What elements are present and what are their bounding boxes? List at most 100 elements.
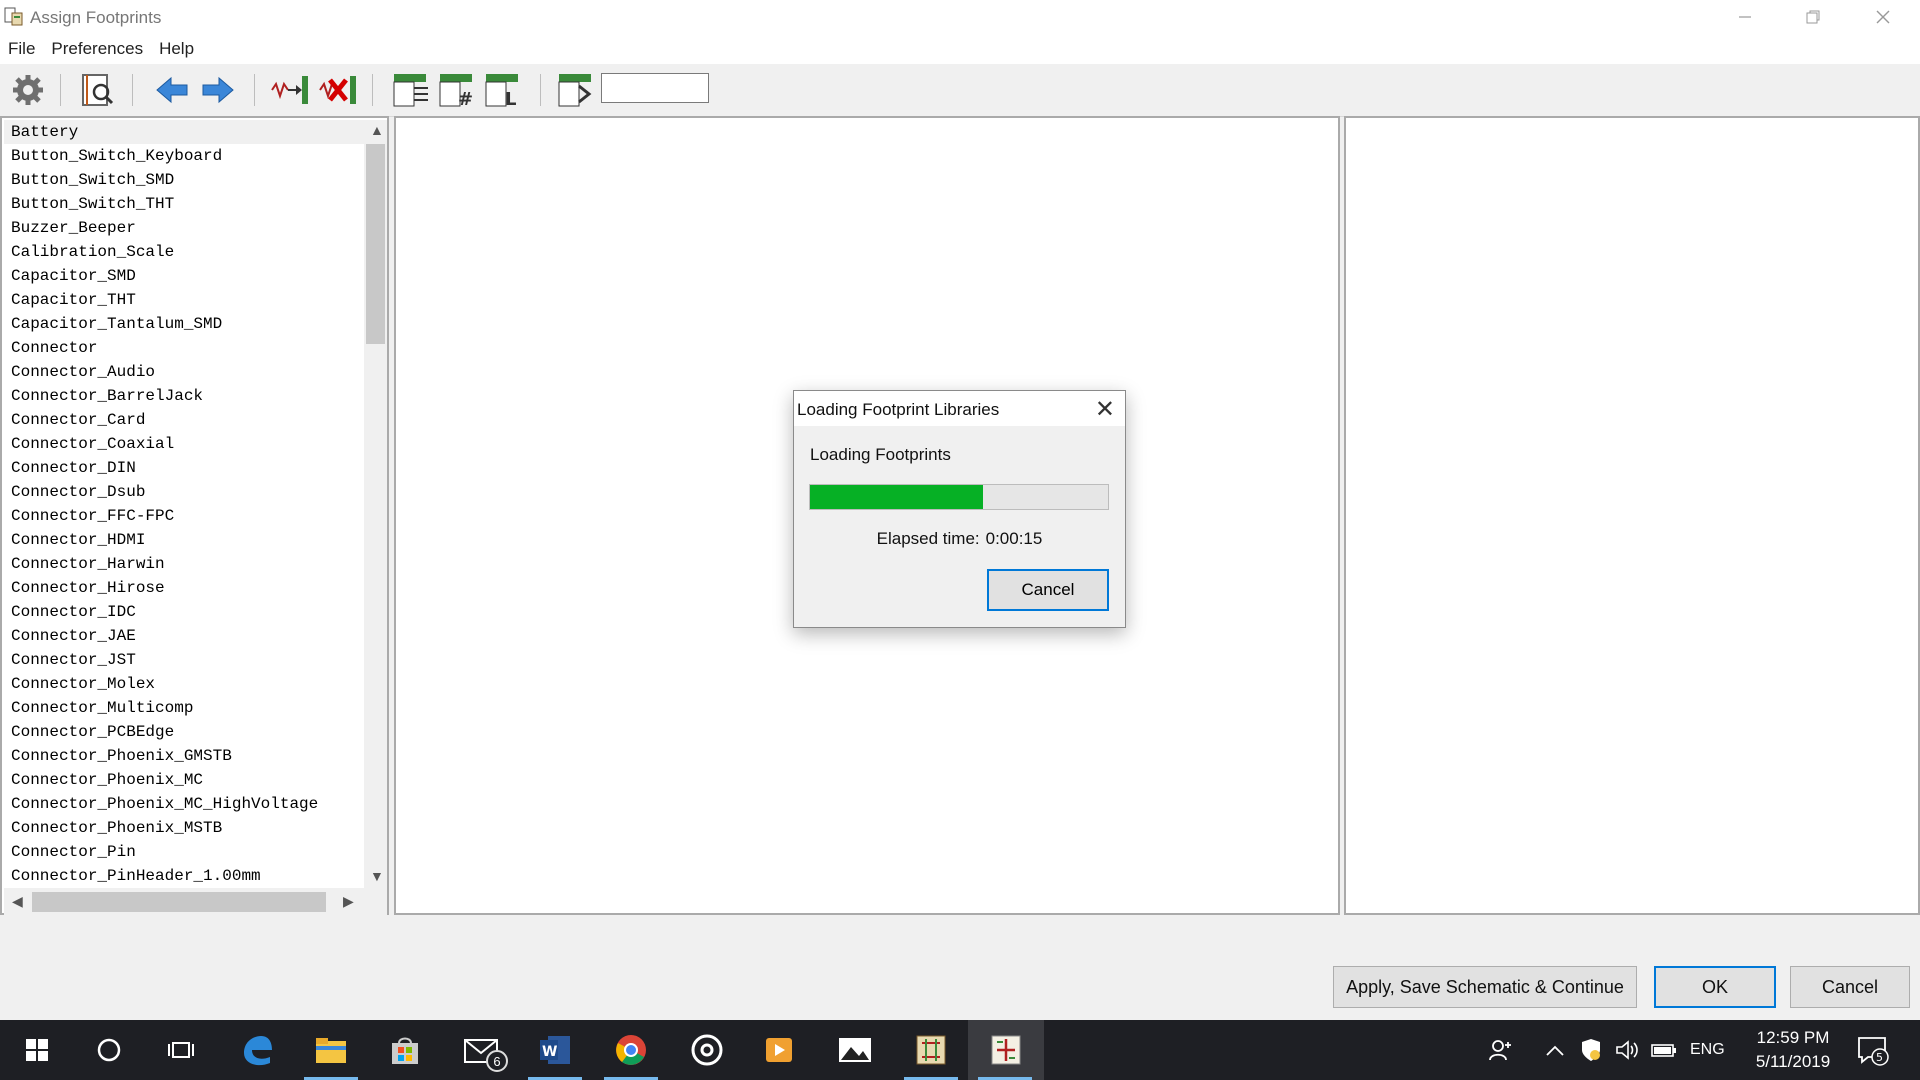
menu-help[interactable]: Help (151, 39, 202, 59)
library-item[interactable]: Capacitor_SMD (4, 264, 364, 288)
dialog-cancel-button[interactable]: Cancel (987, 569, 1109, 611)
scroll-thumb[interactable] (366, 144, 385, 344)
restore-button[interactable] (1778, 0, 1848, 34)
library-item[interactable]: Connector_DIN (4, 456, 364, 480)
library-item[interactable]: Connector_Phoenix_MC (4, 768, 364, 792)
library-item[interactable]: Connector_Card (4, 408, 364, 432)
menu-preferences[interactable]: Preferences (43, 39, 151, 59)
taskbar-mail[interactable]: 6 (444, 1020, 518, 1080)
next-arrow-icon (202, 76, 234, 104)
library-item[interactable]: Connector_PinHeader_1.00mm (4, 864, 364, 888)
library-item[interactable]: Capacitor_Tantalum_SMD (4, 312, 364, 336)
auto-associate-icon (271, 76, 308, 104)
taskbar-groove[interactable] (670, 1020, 744, 1080)
ok-button[interactable]: OK (1654, 966, 1776, 1008)
filter-library-button[interactable]: L (482, 72, 522, 108)
footprints-panel[interactable] (1344, 116, 1920, 915)
library-item[interactable]: Connector_Dsub (4, 480, 364, 504)
taskbar-photos[interactable] (818, 1020, 892, 1080)
filter-text-button[interactable] (555, 72, 595, 108)
clock-date: 5/11/2019 (1755, 1052, 1831, 1071)
library-item[interactable]: Connector_Molex (4, 672, 364, 696)
library-item[interactable]: Button_Switch_Keyboard (4, 144, 364, 168)
horizontal-scrollbar[interactable]: ◀ ▶ (4, 888, 387, 916)
taskbar-movies[interactable] (742, 1020, 816, 1080)
people-button[interactable] (1488, 1020, 1512, 1080)
volume-tray[interactable] (1615, 1020, 1639, 1080)
elapsed-value: 0:00:15 (985, 529, 1043, 548)
previous-button[interactable] (152, 72, 192, 108)
taskbar-kicad-pcb[interactable] (894, 1020, 968, 1080)
library-item[interactable]: Connector_Pin (4, 840, 364, 864)
library-item[interactable]: Buzzer_Beeper (4, 216, 364, 240)
scroll-up-icon[interactable]: ▲ (370, 122, 384, 138)
library-item[interactable]: Button_Switch_SMD (4, 168, 364, 192)
delete-associations-button[interactable] (318, 72, 358, 108)
title-bar: Assign Footprints (0, 0, 1920, 34)
previous-arrow-icon (156, 76, 188, 104)
library-item[interactable]: Connector_Multicomp (4, 696, 364, 720)
taskbar-edge[interactable] (220, 1020, 294, 1080)
vertical-scrollbar[interactable]: ▲ ▼ (364, 120, 387, 888)
clock[interactable]: 12:59 PM 5/11/2019 (1730, 1026, 1856, 1074)
close-window-button[interactable] (1848, 0, 1918, 34)
scroll-right-icon[interactable]: ▶ (343, 893, 354, 910)
library-item[interactable]: Capacitor_THT (4, 288, 364, 312)
scroll-left-icon[interactable]: ◀ (12, 893, 23, 910)
delete-associations-icon (319, 76, 356, 104)
library-item[interactable]: Connector (4, 336, 364, 360)
library-item[interactable]: Connector_JST (4, 648, 364, 672)
library-item[interactable]: Connector_Phoenix_MSTB (4, 816, 364, 840)
library-item[interactable]: Battery (4, 120, 364, 144)
word-icon: W (540, 1036, 570, 1064)
filter-text-input[interactable] (601, 73, 709, 103)
action-center-button[interactable]: 5 (1856, 1020, 1890, 1080)
view-footprint-button[interactable] (78, 72, 118, 108)
input-language[interactable]: ENG (1690, 1020, 1725, 1080)
library-item[interactable]: Connector_PCBEdge (4, 720, 364, 744)
people-icon (1489, 1040, 1511, 1061)
library-item[interactable]: Button_Switch_THT (4, 192, 364, 216)
search-button[interactable] (72, 1020, 146, 1080)
elapsed-time: Elapsed time: 0:00:15 (794, 529, 1125, 549)
library-item[interactable]: Connector_BarrelJack (4, 384, 364, 408)
library-item[interactable]: Connector_Audio (4, 360, 364, 384)
battery-tray[interactable] (1651, 1020, 1677, 1080)
taskbar-store[interactable] (368, 1020, 442, 1080)
start-button[interactable] (0, 1020, 74, 1080)
close-icon (1876, 10, 1890, 24)
taskbar-file-explorer[interactable] (294, 1020, 368, 1080)
library-item[interactable]: Connector_Phoenix_GMSTB (4, 744, 364, 768)
library-item[interactable]: Connector_Hirose (4, 576, 364, 600)
filter-pin-count-button[interactable]: # (436, 72, 476, 108)
auto-associate-button[interactable] (270, 72, 310, 108)
minimize-button[interactable] (1710, 0, 1780, 34)
menu-file[interactable]: File (0, 39, 43, 59)
show-hidden-icons-button[interactable] (1545, 1020, 1565, 1080)
apply-save-continue-button[interactable]: Apply, Save Schematic & Continue (1333, 966, 1637, 1008)
scroll-down-icon[interactable]: ▼ (370, 868, 384, 884)
taskbar-word[interactable]: W (518, 1020, 592, 1080)
close-icon[interactable]: ✕ (1095, 395, 1115, 424)
library-list[interactable]: Battery Button_Switch_Keyboard Button_Swit… (4, 120, 364, 888)
next-button[interactable] (198, 72, 238, 108)
library-item[interactable]: Connector_JAE (4, 624, 364, 648)
restore-icon (1806, 10, 1820, 24)
library-item[interactable]: Connector_IDC (4, 600, 364, 624)
filter-keywords-button[interactable] (390, 72, 430, 108)
library-list-panel: Battery Button_Switch_Keyboard Button_Swit… (0, 116, 389, 916)
library-item[interactable]: Calibration_Scale (4, 240, 364, 264)
library-item[interactable]: Connector_FFC-FPC (4, 504, 364, 528)
security-tray[interactable] (1580, 1020, 1602, 1080)
task-view-button[interactable] (144, 1020, 218, 1080)
settings-button[interactable] (8, 72, 48, 108)
library-item[interactable]: Connector_Harwin (4, 552, 364, 576)
library-item[interactable]: Connector_Phoenix_MC_HighVoltage (4, 792, 364, 816)
taskbar-chrome[interactable] (594, 1020, 668, 1080)
cancel-button[interactable]: Cancel (1790, 966, 1910, 1008)
library-item[interactable]: Connector_HDMI (4, 528, 364, 552)
scroll-thumb-horizontal[interactable] (32, 892, 326, 912)
library-item[interactable]: Connector_Coaxial (4, 432, 364, 456)
taskbar-kicad-cvpcb[interactable] (968, 1020, 1044, 1080)
progress-bar (809, 484, 1109, 510)
